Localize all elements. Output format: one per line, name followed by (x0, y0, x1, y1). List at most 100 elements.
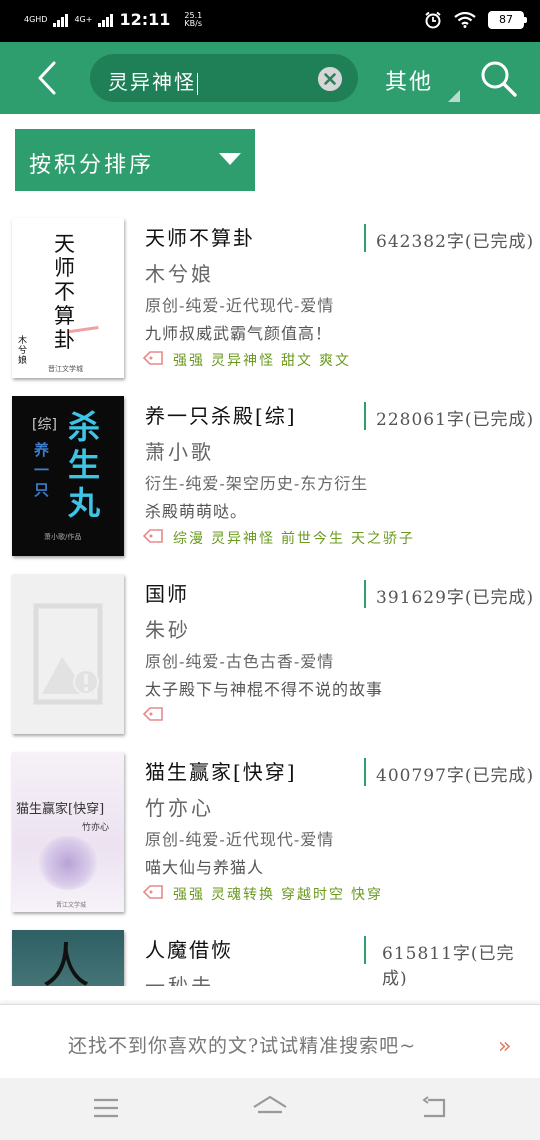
book-cover[interactable]: 猫生赢家[快穿] 竹亦心 晋江文学城 (12, 752, 124, 912)
word-count: 400797字(已完成) (376, 766, 535, 786)
book-item[interactable]: 人 人魔借恢 615811字(已完成) 一秒未 (0, 912, 540, 986)
tag[interactable]: 甜文 (281, 353, 313, 369)
menu-icon[interactable] (92, 1097, 120, 1119)
cover-title: 猫生赢家[快穿] (16, 802, 105, 817)
image-placeholder-icon (33, 603, 103, 705)
divider (364, 936, 366, 964)
close-circle-icon[interactable] (318, 67, 342, 91)
status-bar: 4GHD 4G+ 12:11 25.1 KB/s 87 (0, 0, 540, 42)
divider (364, 224, 366, 252)
home-icon[interactable] (252, 1094, 288, 1122)
book-category: 原创-纯爱-近代现代-爱情 (145, 830, 335, 849)
book-author[interactable]: 一秒未 (145, 970, 214, 986)
tag-icon (143, 707, 163, 721)
cover-subtitle: 养一只 (34, 441, 50, 499)
filter-dropdown-icon (448, 90, 460, 102)
tag[interactable]: 爽文 (319, 353, 351, 369)
tag-list: 强强 灵异神怪 甜文 爽文 (173, 350, 357, 370)
cover-title: 杀生丸 (68, 408, 101, 522)
wifi-icon (454, 12, 476, 28)
book-cover[interactable]: [综] 杀生丸 养一只 萧小歌/作品 (12, 396, 124, 556)
word-count: 391629字(已完成) (376, 588, 535, 608)
cover-author: 木兮娘 (18, 336, 28, 366)
chevron-left-icon[interactable] (32, 60, 64, 96)
book-cover[interactable]: 人 (12, 930, 124, 986)
divider (364, 758, 366, 786)
book-intro: 喵大仙与养猫人 (145, 858, 265, 877)
tag[interactable]: 强强 (173, 353, 205, 369)
book-item[interactable]: [综] 杀生丸 养一只 萧小歌/作品 养一只杀殿[综] 228061字(已完成)… (0, 378, 540, 556)
book-title[interactable]: 养一只杀殿[综] (145, 400, 297, 429)
book-author[interactable]: 竹亦心 (145, 792, 214, 821)
sort-label: 按积分排序 (29, 153, 155, 178)
cover-title: 人 (42, 938, 91, 986)
tag[interactable]: 灵异神怪 (211, 531, 275, 547)
search-input[interactable]: 灵异神怪 (108, 66, 198, 95)
signal-icon-2 (98, 13, 114, 27)
precise-search-tip: 还找不到你喜欢的文?试试精准搜索吧~ (68, 1035, 417, 1057)
book-item[interactable]: 猫生赢家[快穿] 竹亦心 晋江文学城 猫生赢家[快穿] 400797字(已完成)… (0, 734, 540, 912)
book-item[interactable]: 国师 391629字(已完成) 朱砂 原创-纯爱-古色古香-爱情 太子殿下与神棍… (0, 556, 540, 734)
signal-icon (53, 13, 69, 27)
tag[interactable]: 快穿 (351, 887, 383, 903)
book-author[interactable]: 朱砂 (145, 614, 191, 643)
tag-icon (143, 351, 163, 365)
tag[interactable]: 天之骄子 (351, 531, 415, 547)
cover-stamp (68, 326, 102, 354)
net-speed: 25.1 KB/s (184, 11, 203, 28)
book-list: 天师不算卦 木兮娘 晋江文学城 天师不算卦 642382字(已完成) 木兮娘 原… (0, 200, 540, 986)
battery-indicator: 87 (488, 11, 527, 29)
back-icon[interactable] (420, 1096, 448, 1120)
cover-tag: [综] (32, 417, 57, 433)
network-type-2: 4G+ (74, 14, 93, 24)
system-nav-bar (0, 1078, 540, 1140)
status-right: 87 (424, 11, 527, 29)
sort-dropdown[interactable]: 按积分排序 (15, 129, 255, 191)
cover-author: 萧小歌/作品 (44, 533, 82, 541)
tag[interactable]: 穿越时空 (281, 887, 345, 903)
search-box[interactable]: 灵异神怪 (90, 54, 358, 102)
triangle-down-icon (219, 153, 241, 165)
tag-list: 强强 灵魂转换 穿越时空 快穿 (173, 884, 389, 904)
book-intro: 九师叔威武霸气颜值高！ (145, 324, 333, 343)
word-count: 615811字(已完成) (382, 944, 515, 986)
network-type-1: 4GHD (24, 14, 48, 24)
clock: 12:11 (119, 10, 171, 29)
book-cover[interactable] (12, 574, 124, 734)
search-value: 灵异神怪 (108, 70, 196, 94)
book-category: 原创-纯爱-近代现代-爱情 (145, 296, 335, 315)
filter-other-button[interactable]: 其他 (385, 64, 433, 96)
divider (364, 580, 366, 608)
tag-icon (143, 529, 163, 543)
cover-publisher: 晋江文学城 (56, 902, 87, 909)
tag[interactable]: 强强 (173, 887, 205, 903)
book-title[interactable]: 猫生赢家[快穿] (145, 756, 297, 785)
tag[interactable]: 灵异神怪 (211, 353, 275, 369)
book-item[interactable]: 天师不算卦 木兮娘 晋江文学城 天师不算卦 642382字(已完成) 木兮娘 原… (0, 200, 540, 378)
text-caret (197, 72, 198, 95)
search-icon[interactable] (478, 58, 518, 98)
book-author[interactable]: 萧小歌 (145, 436, 214, 465)
alarm-icon (425, 11, 441, 29)
double-chevron-right-icon: » (498, 1034, 512, 1059)
cover-art (38, 836, 98, 890)
status-left: 4GHD 4G+ 12:11 25.1 KB/s (24, 10, 202, 29)
tag[interactable]: 综漫 (173, 531, 205, 547)
precise-search-banner[interactable]: 还找不到你喜欢的文?试试精准搜索吧~ » (0, 1004, 540, 1078)
tag-icon (143, 885, 163, 899)
top-bar: 灵异神怪 其他 (0, 42, 540, 114)
book-title[interactable]: 天师不算卦 (145, 222, 255, 251)
tag[interactable]: 前世今生 (281, 531, 345, 547)
book-intro: 杀殿萌萌哒。 (145, 502, 248, 521)
divider (364, 402, 366, 430)
book-category: 原创-纯爱-古色古香-爱情 (145, 652, 335, 671)
book-intro: 太子殿下与神棍不得不说的故事 (145, 680, 384, 699)
cover-author: 竹亦心 (82, 823, 110, 833)
tag-list: 综漫 灵异神怪 前世今生 天之骄子 (173, 528, 421, 548)
net-speed-unit: KB/s (184, 18, 203, 28)
book-cover[interactable]: 天师不算卦 木兮娘 晋江文学城 (12, 218, 124, 378)
book-title[interactable]: 人魔借恢 (145, 934, 233, 963)
book-title[interactable]: 国师 (145, 578, 189, 607)
tag[interactable]: 灵魂转换 (211, 887, 275, 903)
book-author[interactable]: 木兮娘 (145, 258, 214, 287)
